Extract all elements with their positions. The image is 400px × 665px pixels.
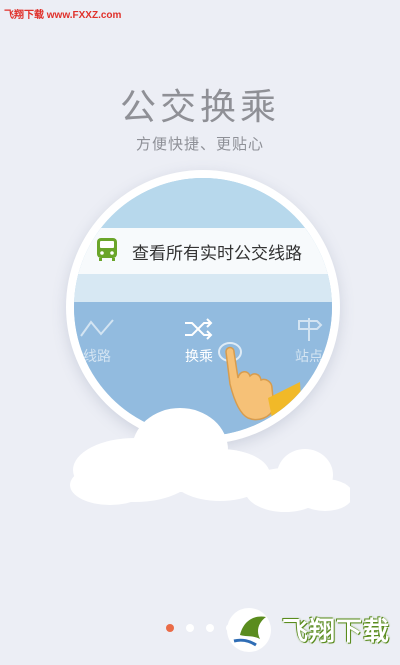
page-subtitle: 方便快捷、更贴心 [135,135,264,153]
page-dot-3[interactable] [206,624,214,632]
clouds-decoration [70,408,350,512]
watermark-logo-text: 飞翔下载 [282,617,391,647]
page-title: 公交换乘 [119,87,280,128]
illustration-search-text: 查看所有实时公交线路 [132,244,302,264]
nav-item-lines: 线路 [74,316,122,366]
route-icon [80,319,114,337]
nav-label-lines: 线路 [83,349,111,365]
page-dot-1[interactable] [166,624,174,632]
illustration-mid-band [74,274,332,302]
page-dot-2[interactable] [186,624,194,632]
bus-icon [97,238,117,261]
watermark-top: 飞翔下载 www.FXXZ.com [4,10,122,21]
